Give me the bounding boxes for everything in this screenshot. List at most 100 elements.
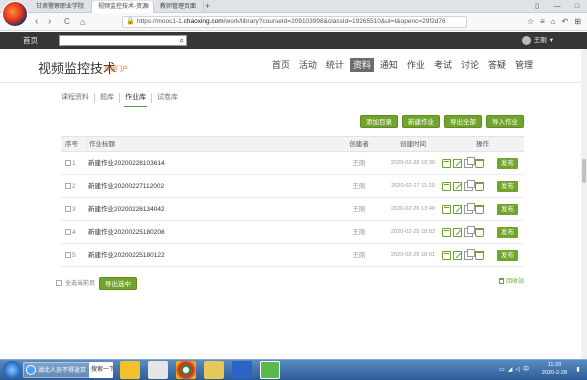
course-nav-exam[interactable]: 考试 (431, 58, 455, 72)
move-folder-icon[interactable] (442, 159, 451, 168)
start-button[interactable] (3, 361, 21, 379)
row-checkbox[interactable] (65, 252, 71, 259)
chat-app-icon[interactable] (120, 361, 140, 379)
show-desktop-button[interactable]: ▮ (571, 362, 585, 378)
course-nav-qa[interactable]: 答疑 (485, 58, 509, 72)
user-menu[interactable]: 王刚 ▾ (521, 32, 553, 49)
publish-button[interactable]: 发布 (497, 181, 518, 192)
network-icon[interactable]: ◢ (508, 361, 513, 379)
course-nav-manage[interactable]: 管理 (512, 58, 536, 72)
copy-icon[interactable] (464, 249, 475, 260)
course-nav-homework[interactable]: 作业 (404, 58, 428, 72)
course-nav-activity[interactable]: 活动 (296, 58, 320, 72)
taskbar-ie-window[interactable]: 湖北人员不得返京 (23, 362, 93, 378)
delete-icon[interactable] (475, 251, 484, 260)
delete-icon[interactable] (475, 182, 484, 191)
export-selected-button[interactable]: 导出选中 (99, 277, 137, 290)
url-input[interactable]: 🔒 https://mooc1-1.chaoxing.com/work/libr… (122, 16, 467, 28)
homework-title-link[interactable]: 新建作业20200227112002 (86, 175, 326, 198)
copy-icon[interactable] (464, 226, 475, 237)
move-folder-icon[interactable] (442, 251, 451, 260)
search-icon[interactable]: ⌕ (180, 36, 184, 45)
edit-icon[interactable] (453, 251, 462, 260)
move-folder-icon[interactable] (442, 228, 451, 237)
tab-course-materials[interactable]: 课程资料 (61, 93, 95, 103)
delete-icon[interactable] (475, 228, 484, 237)
homework-title-link[interactable]: 新建作业20200228103614 (86, 152, 326, 175)
import-homework-button[interactable]: 导入作业 (486, 115, 524, 128)
menu-icon[interactable]: ≡ (540, 16, 545, 28)
homework-title-link[interactable]: 新建作业20200226134042 (86, 198, 326, 221)
course-portal-link[interactable]: 课程门户 (104, 64, 128, 73)
new-tab-button[interactable]: + (205, 0, 210, 12)
file-explorer-icon[interactable] (204, 361, 224, 379)
course-nav-stats[interactable]: 统计 (323, 58, 347, 72)
move-folder-icon[interactable] (442, 182, 451, 191)
scrollbar-thumb[interactable] (582, 159, 586, 183)
copy-icon[interactable] (464, 203, 475, 214)
row-checkbox[interactable] (65, 160, 71, 167)
row-checkbox[interactable] (65, 229, 71, 236)
tab-question-bank[interactable]: 题库 (95, 93, 120, 103)
copy-icon[interactable] (464, 180, 475, 191)
browser-tab-active[interactable]: 视频监控技术-资源 ✕ (92, 1, 154, 13)
recycle-bin-link[interactable]: 回收站 (498, 277, 524, 287)
browser-tab[interactable]: 甘肃警察职业学院 (30, 1, 92, 13)
star-icon[interactable]: ☆ (527, 16, 534, 28)
word-icon[interactable] (232, 361, 252, 379)
address-bar: ‹ › C ⌂ 🔒 https://mooc1-1.chaoxing.com/w… (0, 13, 587, 31)
grid-icon[interactable]: ⊞ (574, 16, 581, 28)
forward-icon[interactable]: › (48, 15, 51, 29)
restore-window-button[interactable]: ▯ (527, 0, 547, 13)
course-nav-discussion[interactable]: 讨论 (458, 58, 482, 72)
edit-icon[interactable] (453, 159, 462, 168)
browser-app-icon[interactable] (260, 361, 280, 379)
lock-status-icon[interactable]: ⌂ (551, 16, 556, 28)
home-icon[interactable]: ⌂ (80, 15, 85, 29)
homework-title-link[interactable]: 新建作业20200225180122 (86, 244, 326, 267)
new-homework-button[interactable]: 新建作业 (402, 115, 440, 128)
minimize-window-button[interactable]: — (547, 0, 567, 13)
row-checkbox[interactable] (65, 206, 71, 213)
tab-exam-paper-library[interactable]: 试卷库 (152, 93, 183, 103)
course-nav-notices[interactable]: 通知 (377, 58, 401, 72)
site-home-link[interactable]: 首页 (23, 32, 38, 49)
select-all-checkbox[interactable]: 全选当前页 (56, 279, 95, 289)
back-icon[interactable]: ‹ (35, 15, 38, 29)
maximize-window-button[interactable]: □ (567, 0, 587, 13)
tab-homework-library[interactable]: 作业库 (120, 93, 152, 107)
browser-logo-icon[interactable] (2, 1, 28, 27)
add-directory-button[interactable]: 添加目录 (360, 115, 398, 128)
close-icon[interactable]: ✕ (145, 1, 150, 13)
row-creator: 王刚 (352, 160, 366, 167)
publish-button[interactable]: 发布 (497, 250, 518, 261)
delete-icon[interactable] (475, 205, 484, 214)
course-nav-home[interactable]: 首页 (269, 58, 293, 72)
undo-icon[interactable]: ↶ (562, 16, 569, 28)
homework-table: 序号 作业标题 创建者 创建时间 操作 1 新建作业20200228103614… (61, 136, 524, 267)
chrome-icon[interactable] (176, 361, 196, 379)
row-checkbox[interactable] (65, 183, 71, 190)
edit-icon[interactable] (453, 205, 462, 214)
delete-icon[interactable] (475, 159, 484, 168)
site-search-input[interactable]: ⌕ (59, 35, 187, 46)
taskbar-search-input[interactable]: 搜索一下 (89, 362, 113, 378)
copy-icon[interactable] (464, 157, 475, 168)
taskbar-clock[interactable]: 11:39 2020-2-28 (542, 361, 567, 377)
homework-title-link[interactable]: 新建作业20200225180208 (86, 221, 326, 244)
page-scrollbar[interactable] (581, 49, 587, 359)
reload-icon[interactable]: C (64, 15, 70, 29)
publish-button[interactable]: 发布 (497, 227, 518, 238)
input-method-icon[interactable]: 中 (523, 361, 529, 379)
export-all-button[interactable]: 导出全部 (444, 115, 482, 128)
volume-icon[interactable]: ◁ (515, 361, 520, 379)
checklist-app-icon[interactable] (148, 361, 168, 379)
battery-icon[interactable]: ▭ (499, 361, 505, 379)
course-nav-materials[interactable]: 资料 (349, 58, 374, 72)
move-folder-icon[interactable] (442, 205, 451, 214)
edit-icon[interactable] (453, 228, 462, 237)
publish-button[interactable]: 发布 (497, 204, 518, 215)
edit-icon[interactable] (453, 182, 462, 191)
browser-tab[interactable]: 教师管理页面 (154, 1, 204, 13)
publish-button[interactable]: 发布 (497, 158, 518, 169)
